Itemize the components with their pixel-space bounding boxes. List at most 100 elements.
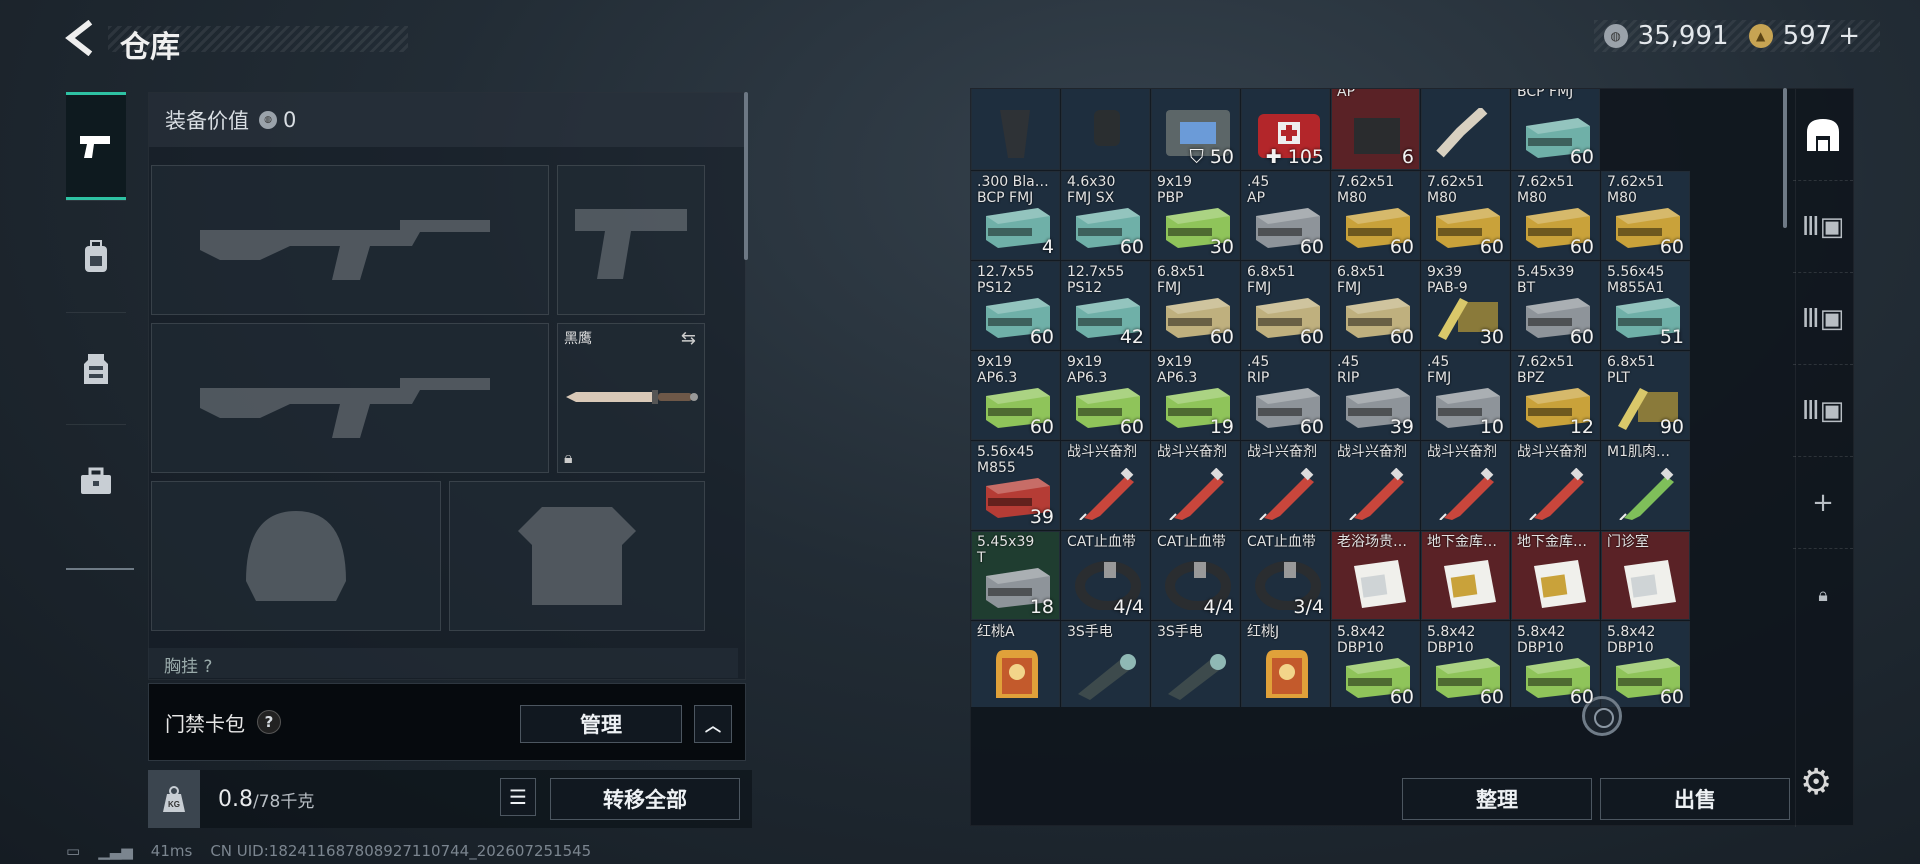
item-name: .45 RIP — [1247, 354, 1270, 386]
sidearm-slot[interactable] — [557, 165, 705, 315]
injector-red-icon — [1340, 467, 1414, 521]
inventory-item[interactable]: AP 6 — [1331, 89, 1420, 170]
item-name: 门诊室 — [1607, 534, 1649, 550]
chest-rig-label: 胸挂 ? — [148, 648, 738, 678]
helmet-slot[interactable] — [151, 481, 441, 631]
melee-slot[interactable]: 黑鹰 ⇆ 🔒︎ — [557, 323, 705, 473]
inventory-item[interactable]: 12.7x55 PS12 42 — [1061, 261, 1150, 350]
inventory-item[interactable]: 7.62x51 M80 60 — [1511, 171, 1600, 260]
inventory-item[interactable]: 7.62x51 BPZ 12 — [1511, 351, 1600, 440]
inventory-item[interactable]: CAT止血带 4/4 — [1151, 531, 1240, 620]
inventory-item[interactable]: M1肌肉… — [1601, 441, 1690, 530]
backpack-level-3-icon[interactable]: Ⅲ▣ — [1793, 273, 1853, 365]
inventory-item[interactable]: 战斗兴奋剂 — [1331, 441, 1420, 530]
item-name: 战斗兴奋剂 — [1247, 444, 1317, 460]
inventory-item[interactable] — [971, 89, 1060, 170]
equipment-category-tabs — [66, 92, 134, 570]
inventory-item[interactable]: 9x39 PAB-9 30 — [1421, 261, 1510, 350]
inventory-item[interactable]: 9x19 AP6.3 60 — [971, 351, 1060, 440]
lock-icon[interactable]: 🔒︎ — [1793, 549, 1853, 641]
stash-scrollbar[interactable] — [1783, 88, 1787, 228]
item-name: 战斗兴奋剂 — [1067, 444, 1137, 460]
inventory-item[interactable]: 战斗兴奋剂 — [1421, 441, 1510, 530]
inventory-item[interactable]: 5.56x45 M855 39 — [971, 441, 1060, 530]
inventory-item[interactable]: .45 RIP 39 — [1331, 351, 1420, 440]
inventory-item[interactable]: 6.8x51 PLT 90 — [1601, 351, 1690, 440]
stash-grid: ⛉ 50 ✚ 105 AP 6 BCP FMJ 60 .300 Bla… BCP FMJ 4 4… — [971, 89, 1691, 707]
inventory-item[interactable]: ⛉ 50 — [1151, 89, 1240, 170]
ping-text: 41ms — [150, 842, 193, 860]
inventory-item[interactable]: 战斗兴奋剂 — [1151, 441, 1240, 530]
inventory-item[interactable]: 7.62x51 M80 60 — [1331, 171, 1420, 260]
inventory-item[interactable]: ✚ 105 — [1241, 89, 1330, 170]
secondary-weapon-slot[interactable] — [151, 323, 549, 473]
item-name: 9x19 AP6.3 — [977, 354, 1018, 386]
equipment-scrollbar[interactable] — [744, 92, 748, 260]
inventory-item[interactable]: 7.62x51 M80 60 — [1421, 171, 1510, 260]
tab-pouch[interactable] — [66, 424, 126, 536]
inventory-item[interactable]: 战斗兴奋剂 — [1511, 441, 1600, 530]
inventory-item[interactable]: CAT止血带 3/4 — [1241, 531, 1330, 620]
equipment-value-amount: 0 — [283, 108, 297, 132]
inventory-item[interactable]: 5.45x39 T 18 — [971, 531, 1060, 620]
gear-icon[interactable]: ⚙ — [1800, 762, 1832, 803]
sort-button[interactable]: 整理 — [1402, 778, 1592, 820]
inventory-item[interactable]: 红桃A — [971, 621, 1060, 707]
inventory-item[interactable]: 地下金库… — [1421, 531, 1510, 620]
inventory-item[interactable]: 地下金库… — [1511, 531, 1600, 620]
inventory-item[interactable]: 红桃J — [1241, 621, 1330, 707]
swap-icon[interactable]: ⇆ — [681, 328, 696, 349]
item-name: CAT止血带 — [1157, 534, 1226, 550]
inventory-item[interactable]: 门诊室 — [1601, 531, 1690, 620]
inventory-item[interactable]: 6.8x51 FMJ 60 — [1151, 261, 1240, 350]
chevron-left-icon[interactable] — [62, 19, 102, 60]
inventory-item[interactable]: 战斗兴奋剂 — [1061, 441, 1150, 530]
primary-weapon-slot[interactable] — [151, 165, 549, 315]
tab-weapons[interactable] — [66, 92, 126, 200]
armor-slot[interactable] — [449, 481, 705, 631]
inventory-item[interactable]: 9x19 PBP 30 — [1151, 171, 1240, 260]
inventory-item[interactable]: 3S手电 — [1061, 621, 1150, 707]
sell-button[interactable]: 出售 — [1600, 778, 1790, 820]
inventory-item[interactable]: 5.8x42 DBP10 60 — [1331, 621, 1420, 707]
help-icon[interactable]: ? — [257, 710, 281, 734]
inventory-item[interactable]: .300 Bla… BCP FMJ 4 — [971, 171, 1060, 260]
inventory-item[interactable] — [1061, 89, 1150, 170]
plus-icon[interactable]: + — [1793, 457, 1853, 549]
inventory-item[interactable]: 5.45x39 BT 60 — [1511, 261, 1600, 350]
inventory-item[interactable]: 3S手电 — [1151, 621, 1240, 707]
injector-red-icon — [1430, 467, 1504, 521]
inventory-item[interactable]: 12.7x55 PS12 60 — [971, 261, 1060, 350]
item-quantity: 60 — [1569, 326, 1594, 348]
transfer-all-button[interactable]: 转移全部 — [550, 778, 740, 820]
item-quantity: 3/4 — [1293, 596, 1324, 618]
inventory-item[interactable]: CAT止血带 4/4 — [1061, 531, 1150, 620]
manage-button[interactable]: 管理 — [520, 705, 682, 743]
weight-icon: KG — [148, 770, 200, 828]
inventory-item[interactable]: 老浴场贵… — [1331, 531, 1420, 620]
inventory-item[interactable]: .45 RIP 60 — [1241, 351, 1330, 440]
chevron-up-icon[interactable]: ︿ — [694, 705, 732, 743]
tab-vest[interactable] — [66, 312, 126, 424]
inventory-item[interactable]: 9x19 AP6.3 60 — [1061, 351, 1150, 440]
inventory-item[interactable]: .45 AP 60 — [1241, 171, 1330, 260]
inventory-item[interactable]: 战斗兴奋剂 — [1241, 441, 1330, 530]
inventory-item[interactable]: 5.56x45 M855A1 51 — [1601, 261, 1690, 350]
inventory-item[interactable]: BCP FMJ 60 — [1511, 89, 1600, 170]
stash-icon[interactable] — [1793, 89, 1853, 181]
tab-backpack[interactable] — [66, 200, 126, 312]
add-gold-button[interactable]: + — [1838, 21, 1860, 51]
inventory-item[interactable]: .45 FMJ 10 — [1421, 351, 1510, 440]
backpack-level-3-icon[interactable]: Ⅲ▣ — [1793, 181, 1853, 273]
inventory-item[interactable] — [1421, 89, 1510, 170]
inventory-item[interactable]: 4.6x30 FMJ SX 60 — [1061, 171, 1150, 260]
list-icon[interactable]: ☰ — [500, 778, 536, 816]
inventory-item[interactable]: 5.8x42 DBP10 60 — [1601, 621, 1690, 707]
inventory-item[interactable]: 7.62x51 M80 60 — [1601, 171, 1690, 260]
inventory-item[interactable]: 6.8x51 FMJ 60 — [1241, 261, 1330, 350]
backpack-level-3-icon[interactable]: Ⅲ▣ — [1793, 365, 1853, 457]
inventory-item[interactable]: 6.8x51 FMJ 60 — [1331, 261, 1420, 350]
inventory-item[interactable]: 9x19 AP6.3 19 — [1151, 351, 1240, 440]
inventory-item[interactable]: 5.8x42 DBP10 60 — [1511, 621, 1600, 707]
inventory-item[interactable]: 5.8x42 DBP10 60 — [1421, 621, 1510, 707]
